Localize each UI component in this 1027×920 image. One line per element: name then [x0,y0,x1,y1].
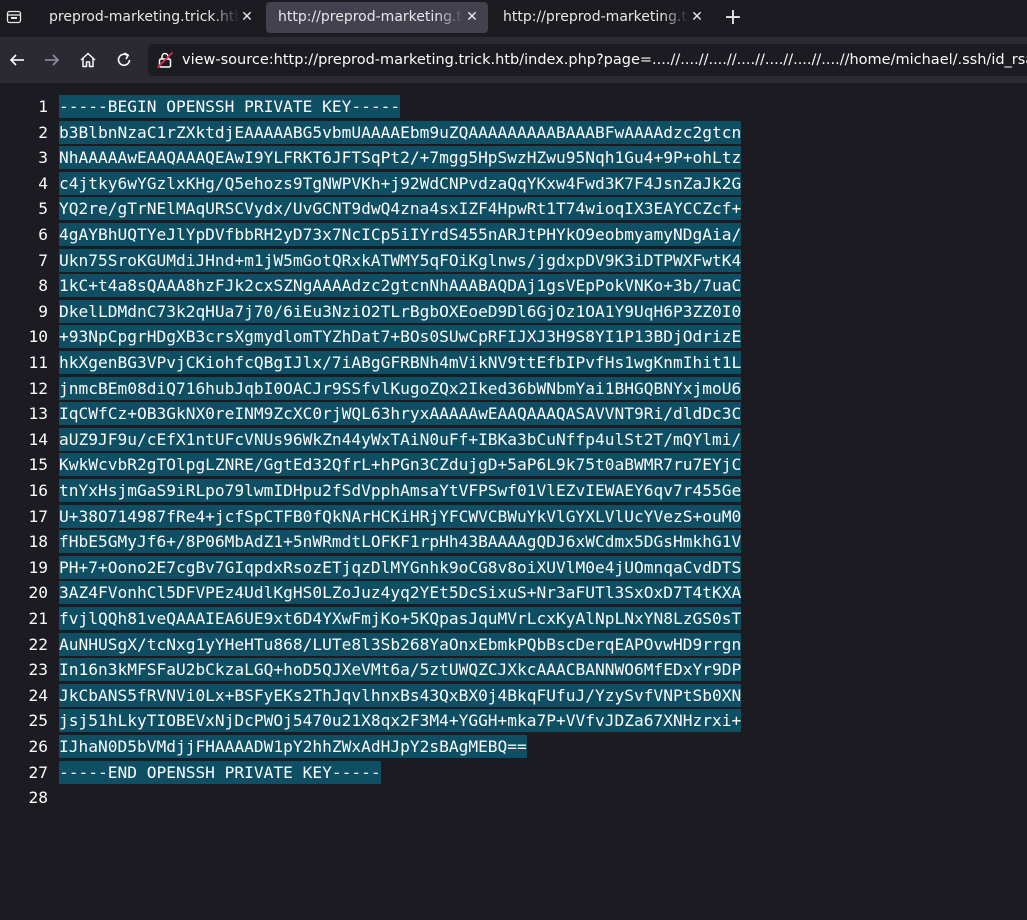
line-number: 16 [28,481,49,500]
line-text[interactable]: AuNHUSgX/tcNxg1yYHeHTu868/LUTe8l3Sb268Ya… [59,632,742,656]
line-number: 5 [38,199,48,219]
line-text[interactable]: PH+7+Oono2E7cgBv7GIqpdxRsozETjqzDlMYGnhk… [59,555,742,579]
back-button[interactable] [5,48,29,72]
line-text[interactable]: JkCbANS5fRVNVi0Lx+BSFyEKs2ThJqvlhnxBs43Q… [59,683,742,707]
line-number: 28 [28,788,49,808]
line-text[interactable]: jnmcBEm08diQ716hubJqbI0OACJr9SSfvlKugoZQ… [59,376,742,400]
tab-2-active[interactable]: http://preprod-marketing.trick ✕ [266,2,488,33]
tab-1[interactable]: preprod-marketing.trick.htb/ ✕ [37,2,263,33]
line-text[interactable]: U+38O714987fRe4+jcfSpCTFB0fQkNArHCKiHRjY… [59,504,742,528]
line-number: 11 [28,353,49,372]
line-text[interactable]: +93NpCpgrHDgXB3crsXgmydlomTYZhDat7+BOs0S… [59,325,742,349]
line-number: 23 [28,660,49,680]
reload-icon [117,52,131,66]
line-number: 8 [38,276,48,296]
tab-title: http://preprod-marketing.trick [278,9,464,25]
tab-list-glyph [6,10,22,24]
line-text[interactable]: IqCWfCz+OB3GkNX0reINM9ZcXC0rjWQL63hryxAA… [59,402,742,426]
line-text[interactable]: jsj51hLkyTIOBEVxNjDcPWOj5470u21X8qx2F3M4… [59,709,742,733]
close-icon[interactable]: ✕ [689,2,705,33]
line-number: 9 [38,301,48,321]
line-text[interactable]: In16n3kMFSFaU2bCkzaLGQ+hoD5QJXeVMt6a/5zt… [59,658,742,682]
address-bar[interactable]: view-source:http://preprod-marketing.tri… [148,44,1027,76]
home-icon [80,52,96,68]
line-text[interactable]: 1kC+t4a8sQAAA8hzFJk2cxSZNgAAAAdzc2gtcnNh… [59,274,742,298]
plus-icon: + [723,5,743,30]
line-text[interactable]: Ukn75SroKGUMdiJHnd+m1jW5mGotQRxkATWMY5qF… [59,248,742,272]
line-text[interactable]: fvjlQQh81veQAAAIEA6UE9xt6D4YXwFmjKo+5KQp… [59,607,742,630]
tab-strip: preprod-marketing.trick.htb/ ✕ http://pr… [0,0,1027,37]
tab-title: preprod-marketing.trick.htb/ [49,9,239,25]
close-icon[interactable]: ✕ [239,2,255,33]
line-number: 21 [28,609,49,628]
line-number: 2 [38,122,48,142]
forward-arrow-icon [45,54,60,66]
line-number: 17 [28,506,49,526]
line-text[interactable]: aUZ9JF9u/cEfX1ntUFcVNUs96WkZn44yWxTAiN0u… [59,427,742,451]
navigation-toolbar: view-source:http://preprod-marketing.tri… [0,37,1027,83]
line-number: 13 [28,404,49,424]
tab-3[interactable]: http://preprod-marketing.trick ✕ [491,2,713,33]
line-text[interactable]: tnYxHsjmGaS9iRLpo79lwmIDHpu2fSdVpphAmsaY… [59,479,742,502]
line-text[interactable]: 4gAYBhUQTYeJlYpDVfbbRH2yD73x7NcICp5iIYrd… [59,223,742,246]
home-button[interactable] [76,48,100,72]
reload-button[interactable] [112,48,136,72]
line-number: 14 [28,429,49,449]
line-number: 12 [28,378,49,398]
line-number: 3 [38,148,48,168]
forward-button[interactable] [40,48,64,72]
line-number: 1 [38,97,48,116]
insecure-lock-icon[interactable] [156,51,174,69]
line-text[interactable]: fHbE5GMyJf6+/8P06MbAdZ1+5nWRmdtLOFKF1rpH… [59,530,742,554]
line-number: 10 [28,327,49,347]
line-text[interactable]: c4jtky6wYGzlxKHg/Q5ehozs9TgNWPVKh+j92WdC… [59,171,742,195]
line-number: 27 [28,762,49,782]
line-text[interactable]: -----END OPENSSH PRIVATE KEY----- [59,760,381,784]
url-text[interactable]: view-source:http://preprod-marketing.tri… [182,44,1027,76]
line-text[interactable]: DkelLDMdnC73k2qHUa7j70/6iEu3NziO2TLrBgbO… [59,299,742,323]
close-icon[interactable]: ✕ [464,2,480,33]
line-number: 26 [28,737,49,756]
line-text[interactable]: KwkWcvbR2gTOlpgLZNRE/GgtEd32QfrL+hPGn3CZ… [59,453,742,477]
tab-list-icon[interactable] [6,9,22,25]
line-number: 15 [28,455,49,475]
line-text[interactable]: NhAAAAAwEAAQAAAQEAwI9YLFRKT6JFTSqPt2/+7m… [59,146,742,170]
line-text[interactable]: -----BEGIN OPENSSH PRIVATE KEY----- [59,95,401,118]
line-text[interactable]: YQ2re/gTrNElMAqURSCVydx/UvGCNT9dwQ4zna4s… [59,197,742,221]
line-text[interactable]: hkXgenBG3VPvjCKiohfcQBgIJlx/7iABgGFRBNh4… [59,351,742,374]
line-number: 7 [38,250,48,270]
view-source-content: 1 -----BEGIN OPENSSH PRIVATE KEY----- 2 b3B… [0,83,1027,920]
line-number: 24 [28,685,49,705]
line-text[interactable]: b3BlbnNzaC1rZXktdjEAAAAABG5vbmUAAAAEbm9u… [59,120,742,144]
line-text[interactable]: 3AZ4FVonhCl5DFVPEz4UdlKgHS0LZoJuz4yq2YEt… [59,581,742,605]
tab-title: http://preprod-marketing.trick [503,9,689,25]
line-number: 18 [28,532,49,552]
line-number: 22 [28,634,49,654]
line-number: 25 [28,711,49,731]
back-arrow-icon [9,54,24,66]
line-number: 19 [28,557,49,577]
line-text[interactable]: IJhaN0D5bVMdjjFHAAAADW1pY2hhZWxAdHJpY2sB… [59,735,527,758]
line-number: 20 [28,583,49,603]
line-number: 4 [38,173,48,193]
new-tab-button[interactable]: + [722,4,744,32]
line-number: 6 [38,225,48,244]
